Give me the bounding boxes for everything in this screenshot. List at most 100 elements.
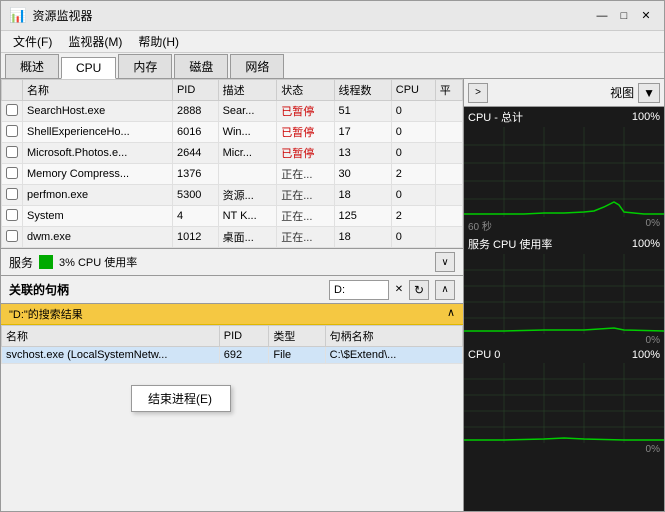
row-pid: 1012 bbox=[172, 227, 218, 248]
col-avg[interactable]: 平 bbox=[435, 80, 462, 101]
main-content: 名称 PID 描述 状态 线程数 CPU 平 SearchHost.exe 28… bbox=[1, 79, 664, 511]
row-check[interactable] bbox=[2, 227, 23, 248]
graph-service-cpu-header: 服务 CPU 使用率 100% bbox=[464, 234, 664, 254]
view-dropdown-arrow-icon: ▼ bbox=[643, 86, 655, 100]
maximize-button[interactable]: □ bbox=[614, 6, 634, 26]
graph-cpu0-title: CPU 0 bbox=[468, 349, 500, 361]
services-usage: 3% CPU 使用率 bbox=[59, 254, 137, 270]
table-row[interactable]: ShellExperienceHo... 6016 Win... 已暂停 17 … bbox=[2, 122, 463, 143]
graph-service-cpu-min: 0% bbox=[646, 335, 660, 346]
window-icon: 📊 bbox=[9, 7, 26, 24]
col-check bbox=[2, 80, 23, 101]
col-pid[interactable]: PID bbox=[172, 80, 218, 101]
row-pid: 1376 bbox=[172, 164, 218, 185]
view-dropdown[interactable]: ▼ bbox=[638, 83, 660, 103]
row-cpu: 0 bbox=[391, 101, 435, 122]
handle-col-pid[interactable]: PID bbox=[219, 326, 269, 347]
context-menu: 结束进程(E) bbox=[131, 385, 231, 412]
row-check[interactable] bbox=[2, 143, 23, 164]
row-desc: Micr... bbox=[218, 143, 277, 164]
handles-collapse-button[interactable]: ∧ bbox=[435, 280, 455, 300]
row-pid: 2644 bbox=[172, 143, 218, 164]
menu-file[interactable]: 文件(F) bbox=[5, 31, 60, 52]
table-row[interactable]: perfmon.exe 5300 资源... 正在... 18 0 bbox=[2, 185, 463, 206]
services-expand-button[interactable]: ∨ bbox=[435, 252, 455, 272]
tab-cpu[interactable]: CPU bbox=[61, 57, 116, 79]
col-name[interactable]: 名称 bbox=[23, 80, 173, 101]
row-name: Microsoft.Photos.e... bbox=[23, 143, 173, 164]
tab-network[interactable]: 网络 bbox=[230, 54, 284, 78]
row-avg bbox=[435, 122, 462, 143]
row-avg bbox=[435, 185, 462, 206]
tab-bar: 概述 CPU 内存 磁盘 网络 bbox=[1, 53, 664, 79]
menu-monitor[interactable]: 监视器(M) bbox=[60, 31, 130, 52]
row-avg bbox=[435, 101, 462, 122]
tab-memory[interactable]: 内存 bbox=[118, 54, 172, 78]
close-button[interactable]: ✕ bbox=[636, 6, 656, 26]
row-avg bbox=[435, 206, 462, 227]
search-refresh-button[interactable]: ↻ bbox=[409, 280, 429, 300]
row-cpu: 0 bbox=[391, 122, 435, 143]
table-row[interactable]: Memory Compress... 1376 正在... 30 2 bbox=[2, 164, 463, 185]
tab-overview[interactable]: 概述 bbox=[5, 54, 59, 78]
left-panel: 名称 PID 描述 状态 线程数 CPU 平 SearchHost.exe 28… bbox=[1, 79, 464, 511]
row-threads: 18 bbox=[334, 185, 391, 206]
row-cpu: 0 bbox=[391, 185, 435, 206]
row-status: 正在... bbox=[277, 206, 334, 227]
handles-bar: 关联的句柄 ✕ ↻ ∧ bbox=[1, 276, 463, 304]
graph-cpu-total-time: 60 秒 bbox=[468, 218, 492, 233]
row-status: 已暂停 bbox=[277, 101, 334, 122]
table-row[interactable]: Microsoft.Photos.e... 2644 Micr... 已暂停 1… bbox=[2, 143, 463, 164]
handle-row-handle: C:\$Extend\... bbox=[325, 347, 462, 364]
menu-help[interactable]: 帮助(H) bbox=[130, 31, 187, 52]
graph-cpu0-header: CPU 0 100% bbox=[464, 347, 664, 363]
row-name: System bbox=[23, 206, 173, 227]
right-panel: > 视图 ▼ CPU - 总计 100% bbox=[464, 79, 664, 511]
row-check[interactable] bbox=[2, 185, 23, 206]
context-menu-end-process[interactable]: 结束进程(E) bbox=[132, 386, 230, 411]
row-cpu: 2 bbox=[391, 164, 435, 185]
handles-table-container[interactable]: 名称 PID 类型 句柄名称 svchost.exe (LocalSystemN… bbox=[1, 325, 463, 511]
handle-col-type[interactable]: 类型 bbox=[269, 326, 325, 347]
row-desc: 桌面... bbox=[218, 227, 277, 248]
row-check[interactable] bbox=[2, 122, 23, 143]
col-threads[interactable]: 线程数 bbox=[334, 80, 391, 101]
row-name: SearchHost.exe bbox=[23, 101, 173, 122]
table-row[interactable]: dwm.exe 1012 桌面... 正在... 18 0 bbox=[2, 227, 463, 248]
graph-service-cpu-max: 100% bbox=[632, 238, 660, 250]
row-check[interactable] bbox=[2, 206, 23, 227]
title-controls: — □ ✕ bbox=[592, 6, 656, 26]
table-row[interactable]: svchost.exe (LocalSystemNetw... 692 File… bbox=[2, 347, 463, 364]
graph-cpu-total-title: CPU - 总计 bbox=[468, 109, 523, 125]
row-check[interactable] bbox=[2, 164, 23, 185]
col-desc[interactable]: 描述 bbox=[218, 80, 277, 101]
minimize-button[interactable]: — bbox=[592, 6, 612, 26]
title-left: 📊 资源监视器 bbox=[9, 7, 92, 24]
tab-disk[interactable]: 磁盘 bbox=[174, 54, 228, 78]
right-expand-button[interactable]: > bbox=[468, 83, 488, 103]
table-row[interactable]: System 4 NT K... 正在... 125 2 bbox=[2, 206, 463, 227]
table-row[interactable]: SearchHost.exe 2888 Sear... 已暂停 51 0 bbox=[2, 101, 463, 122]
row-cpu: 0 bbox=[391, 143, 435, 164]
row-check[interactable] bbox=[2, 101, 23, 122]
process-table[interactable]: 名称 PID 描述 状态 线程数 CPU 平 SearchHost.exe 28… bbox=[1, 79, 463, 248]
row-pid: 2888 bbox=[172, 101, 218, 122]
row-desc: Sear... bbox=[218, 101, 277, 122]
title-bar: 📊 资源监视器 — □ ✕ bbox=[1, 1, 664, 31]
row-desc: Win... bbox=[218, 122, 277, 143]
row-cpu: 2 bbox=[391, 206, 435, 227]
search-clear-icon[interactable]: ✕ bbox=[391, 280, 407, 300]
handle-row-pid: 692 bbox=[219, 347, 269, 364]
search-input[interactable] bbox=[329, 280, 389, 300]
col-cpu[interactable]: CPU bbox=[391, 80, 435, 101]
menu-bar: 文件(F) 监视器(M) 帮助(H) bbox=[1, 31, 664, 53]
handle-col-handle[interactable]: 句柄名称 bbox=[325, 326, 462, 347]
graph-cpu0-min: 0% bbox=[646, 444, 660, 455]
graph-cpu-total-canvas bbox=[464, 127, 664, 217]
handle-col-name[interactable]: 名称 bbox=[2, 326, 220, 347]
col-status[interactable]: 状态 bbox=[277, 80, 334, 101]
cpu-indicator-icon bbox=[39, 255, 53, 269]
graph-cpu0-footer: 0% bbox=[464, 443, 664, 456]
graph-cpu-total: CPU - 总计 100% bbox=[464, 107, 664, 234]
row-pid: 6016 bbox=[172, 122, 218, 143]
